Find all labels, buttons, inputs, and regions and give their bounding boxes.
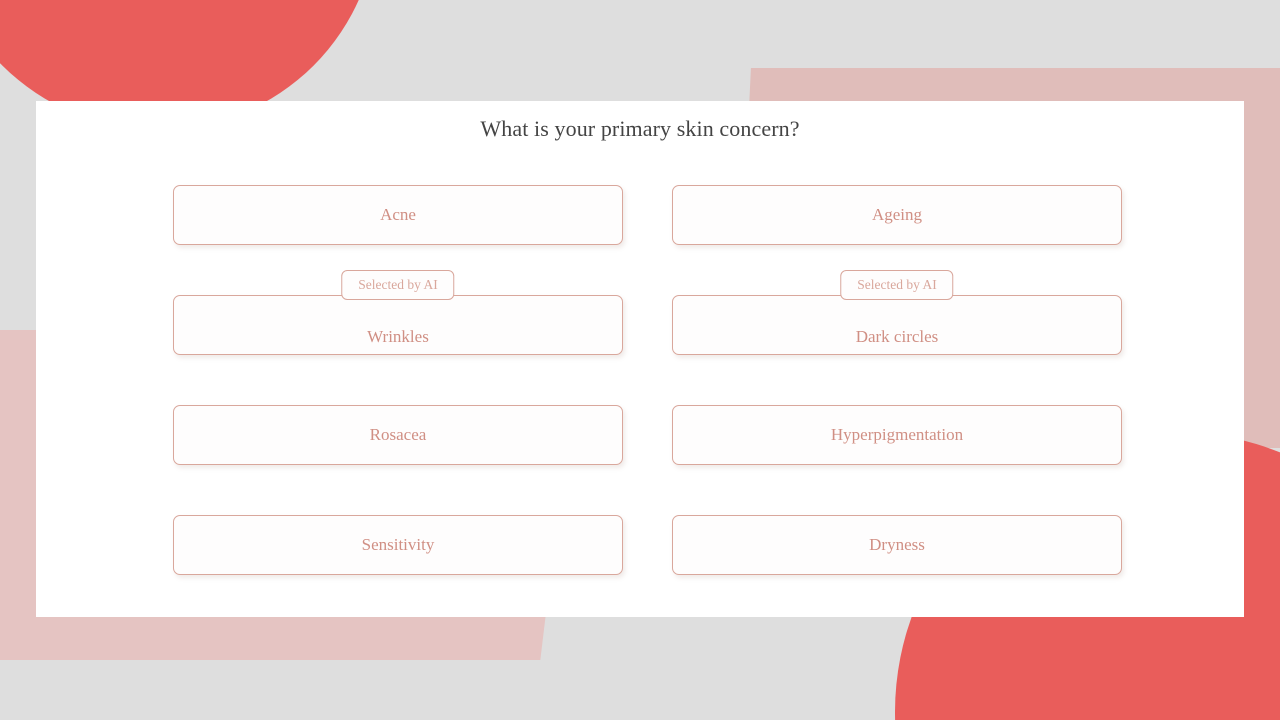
- option-button-wrinkles[interactable]: Wrinkles: [173, 295, 623, 355]
- option-label: Sensitivity: [361, 535, 435, 554]
- badge-label: Selected by AI: [358, 277, 438, 292]
- option-label: Dark circles: [855, 327, 939, 346]
- option-label: Ageing: [871, 205, 923, 224]
- option-item: Dryness: [672, 515, 1122, 575]
- option-item: Rosacea: [173, 405, 623, 465]
- options-grid: Acne Ageing Wrinkles Selected by AI Dark…: [173, 185, 1123, 575]
- option-item: Dark circles Selected by AI: [672, 270, 1122, 355]
- option-label: Wrinkles: [367, 327, 429, 346]
- option-item: Ageing: [672, 185, 1122, 245]
- option-item: Sensitivity: [173, 515, 623, 575]
- option-item: Acne: [173, 185, 623, 245]
- question-card: What is your primary skin concern? Acne …: [36, 101, 1244, 617]
- option-button-rosacea[interactable]: Rosacea: [173, 405, 623, 465]
- option-button-dryness[interactable]: Dryness: [672, 515, 1122, 575]
- option-button-dark-circles[interactable]: Dark circles: [672, 295, 1122, 355]
- page-title: What is your primary skin concern?: [480, 116, 800, 141]
- selected-by-ai-badge: Selected by AI: [840, 270, 954, 300]
- option-label: Dryness: [869, 535, 925, 554]
- selected-by-ai-badge: Selected by AI: [341, 270, 455, 300]
- option-item: Wrinkles Selected by AI: [173, 270, 623, 355]
- option-label: Hyperpigmentation: [830, 425, 964, 444]
- badge-label: Selected by AI: [857, 277, 937, 292]
- option-item: Hyperpigmentation: [672, 405, 1122, 465]
- option-button-hyperpigmentation[interactable]: Hyperpigmentation: [672, 405, 1122, 465]
- option-label: Acne: [380, 205, 416, 224]
- option-button-sensitivity[interactable]: Sensitivity: [173, 515, 623, 575]
- option-button-ageing[interactable]: Ageing: [672, 185, 1122, 245]
- option-label: Rosacea: [369, 425, 427, 444]
- option-button-acne[interactable]: Acne: [173, 185, 623, 245]
